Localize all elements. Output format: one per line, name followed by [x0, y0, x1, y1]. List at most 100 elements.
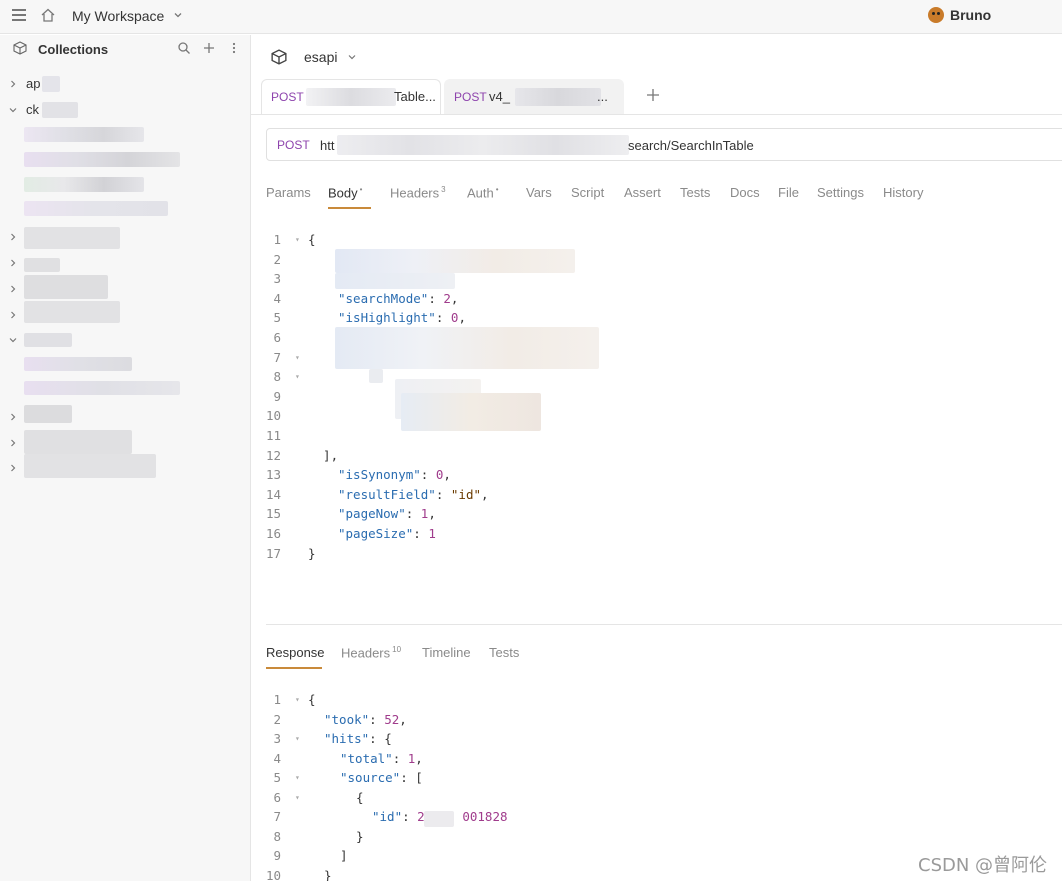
- cube-icon: [271, 49, 287, 65]
- fold-toggle-icon[interactable]: ▾: [295, 734, 303, 743]
- add-icon[interactable]: [202, 41, 216, 55]
- chevron-right-icon[interactable]: [8, 438, 18, 448]
- redacted-collection[interactable]: [24, 275, 108, 299]
- tab-badge: 10: [392, 645, 402, 654]
- tab-label: Vars: [526, 185, 552, 200]
- line-number: 10: [265, 867, 281, 881]
- fold-toggle-icon[interactable]: ▾: [295, 695, 303, 704]
- tab-response-tests[interactable]: Tests: [489, 645, 519, 660]
- redacted-collection[interactable]: [24, 301, 120, 323]
- redacted-request[interactable]: [24, 381, 180, 395]
- tab-label: Body: [328, 185, 358, 201]
- redacted-request[interactable]: [24, 177, 144, 192]
- redacted-collection[interactable]: [24, 258, 60, 272]
- top-bar: My Workspace Bruno: [0, 0, 1062, 34]
- tab-docs[interactable]: Docs: [730, 185, 760, 200]
- tab-response[interactable]: Response: [266, 645, 325, 660]
- tab-file[interactable]: File: [778, 185, 799, 200]
- sidebar-item-label: ck: [26, 102, 39, 117]
- brand-name: Bruno: [950, 7, 992, 23]
- tab-badge: 3: [441, 185, 446, 194]
- tab-label: Docs: [730, 185, 760, 200]
- tab-label: File: [778, 185, 799, 200]
- fold-toggle-icon[interactable]: ▾: [295, 773, 303, 782]
- cube-icon: [13, 41, 27, 55]
- chevron-down-icon[interactable]: [347, 52, 357, 62]
- line-number: 16: [265, 526, 281, 541]
- chevron-right-icon[interactable]: [8, 232, 18, 242]
- chevron-right-icon[interactable]: [8, 412, 18, 422]
- chevron-right-icon[interactable]: [8, 463, 18, 473]
- new-tab-icon[interactable]: [646, 88, 660, 102]
- tab-label: Assert: [624, 185, 661, 200]
- redacted-collection[interactable]: [24, 430, 132, 454]
- response-viewer[interactable]: 1 ▾ {2 "took": 52, 3 ▾ "hits": {4 "total": 1, 5 ▾…: [251, 692, 811, 881]
- search-icon[interactable]: [177, 41, 191, 55]
- fold-toggle-icon[interactable]: ▾: [295, 235, 303, 244]
- tab-timeline[interactable]: Timeline: [422, 645, 471, 660]
- redacted-text: [306, 88, 396, 106]
- tab-label: Script: [571, 185, 605, 200]
- code-line: "total": 1,: [340, 750, 423, 766]
- redacted-request[interactable]: [24, 357, 132, 371]
- code-line: "searchMode": 2,: [338, 290, 459, 306]
- redacted-collection[interactable]: [24, 227, 120, 249]
- chevron-down-icon[interactable]: [172, 9, 184, 21]
- line-number: 4: [273, 750, 281, 766]
- line-number: 3: [273, 731, 281, 746]
- code-line: {: [356, 789, 364, 805]
- code-line: "hits": {: [324, 731, 392, 746]
- menu-icon[interactable]: [12, 9, 26, 23]
- redacted-request[interactable]: [24, 152, 180, 167]
- tab-body[interactable]: Body •: [328, 185, 362, 200]
- tab-label: History: [883, 185, 924, 200]
- fold-toggle-icon[interactable]: ▾: [295, 372, 303, 381]
- chevron-down-icon[interactable]: [8, 335, 18, 345]
- redacted-collection[interactable]: [24, 454, 156, 478]
- sidebar-item[interactable]: ck: [0, 99, 250, 121]
- redacted-collection[interactable]: [24, 405, 72, 423]
- fold-toggle-icon[interactable]: ▾: [295, 793, 303, 802]
- tab-headers[interactable]: Headers 3: [390, 185, 446, 200]
- request-tab[interactable]: POST v4_ ...: [444, 79, 624, 114]
- fold-toggle-icon[interactable]: ▾: [295, 353, 303, 362]
- url-bar[interactable]: POST htt search/SearchInTable: [266, 128, 1062, 161]
- code-line: ]: [340, 848, 348, 863]
- more-options-icon[interactable]: [227, 41, 241, 55]
- code-line: }: [324, 867, 332, 881]
- tab-script[interactable]: Script: [571, 185, 604, 200]
- active-tab-underline: [266, 667, 322, 669]
- sidebar-item[interactable]: ap: [0, 73, 250, 95]
- redacted-code: [424, 811, 454, 827]
- code-line: "isSynonym": 0,: [338, 467, 451, 483]
- tab-history[interactable]: History: [883, 185, 923, 200]
- chevron-right-icon[interactable]: [8, 284, 18, 294]
- workspace-name[interactable]: My Workspace: [72, 8, 164, 24]
- redacted-request[interactable]: [24, 201, 168, 216]
- line-number: 2: [273, 251, 281, 267]
- url-suffix: search/SearchInTable: [628, 138, 754, 153]
- tab-params[interactable]: Params: [266, 185, 311, 200]
- collection-name[interactable]: esapi: [304, 49, 337, 65]
- tab-tests[interactable]: Tests: [680, 185, 710, 200]
- request-tab-active[interactable]: POST Table...: [261, 79, 441, 114]
- home-icon[interactable]: [40, 7, 56, 23]
- tab-vars[interactable]: Vars: [526, 185, 552, 200]
- line-number: 11: [265, 428, 281, 443]
- chevron-right-icon[interactable]: [8, 310, 18, 320]
- line-number: 7: [273, 349, 281, 365]
- tab-response-headers[interactable]: Headers 10: [341, 645, 401, 660]
- tab-auth[interactable]: Auth •: [467, 185, 499, 200]
- tab-assert[interactable]: Assert: [624, 185, 661, 200]
- method-selector[interactable]: POST: [277, 138, 310, 152]
- chevron-down-icon: [9, 108, 17, 113]
- redacted-collection[interactable]: [24, 333, 72, 347]
- line-number: 12: [265, 447, 281, 463]
- code-line: "source": [: [340, 770, 423, 785]
- chevron-right-icon[interactable]: [8, 258, 18, 268]
- redacted-text: [515, 88, 601, 106]
- line-number: 1: [273, 232, 281, 247]
- code-line: "resultField": "id",: [338, 486, 489, 502]
- redacted-request[interactable]: [24, 127, 144, 142]
- tab-settings[interactable]: Settings: [817, 185, 864, 200]
